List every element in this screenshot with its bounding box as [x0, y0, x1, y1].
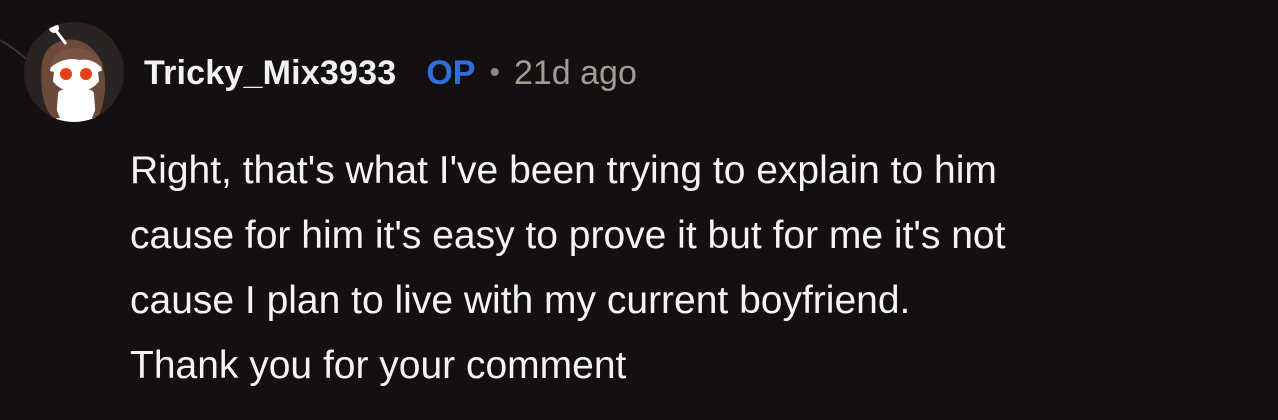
comment: Tricky_Mix3933 OP • 21d ago Right, that'… [0, 0, 1278, 420]
comment-body-line: Right, that's what I've been trying to e… [130, 149, 997, 192]
comment-body: Right, that's what I've been trying to e… [130, 138, 1260, 398]
comment-header: Tricky_Mix3933 OP • 21d ago [144, 48, 637, 98]
comment-body-line: cause for him it's easy to prove it but … [130, 214, 1006, 257]
username-link[interactable]: Tricky_Mix3933 [144, 54, 396, 93]
comment-timestamp: 21d ago [513, 53, 637, 92]
separator-dot: • [489, 56, 500, 89]
snoo-avatar-icon [41, 23, 106, 122]
comment-body-line: cause I plan to live with my current boy… [130, 279, 911, 322]
user-avatar[interactable] [24, 22, 124, 122]
op-badge: OP [426, 53, 476, 92]
comment-body-line: Thank you for your comment [130, 344, 627, 387]
